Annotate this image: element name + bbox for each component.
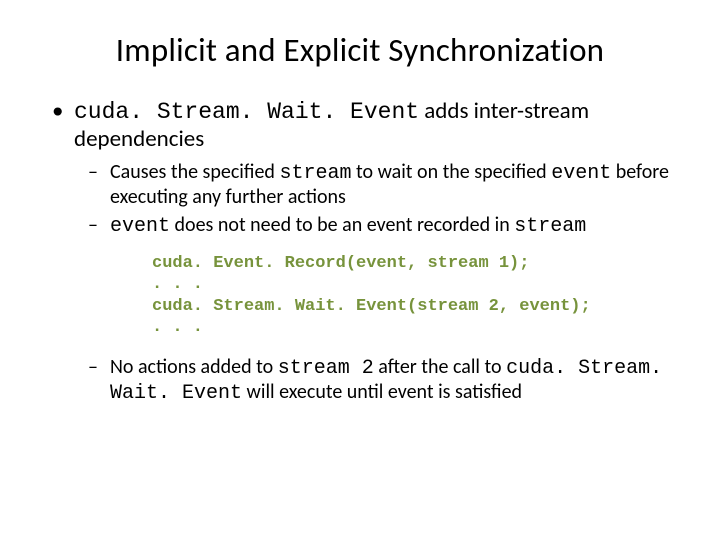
code-inline: stream — [279, 162, 351, 185]
code-inline: stream — [514, 215, 586, 238]
text: does not need to be an event recorded in — [170, 213, 514, 237]
code-inline: event — [110, 215, 170, 238]
sub-item-1: Causes the specified stream to wait on t… — [86, 161, 672, 209]
text: Causes the specified — [110, 160, 279, 184]
code-inline: stream 2 — [278, 357, 374, 380]
sub-list: Causes the specified stream to wait on t… — [86, 161, 672, 239]
slide-title: Implicit and Explicit Synchronization — [48, 30, 672, 70]
slide: Implicit and Explicit Synchronization cu… — [0, 0, 720, 540]
code-inline: cuda. Stream. Wait. Event — [74, 99, 419, 125]
code-inline: event — [551, 162, 611, 185]
sub-item-3: No actions added to stream 2 after the c… — [86, 356, 672, 405]
text: No actions added to — [110, 355, 278, 379]
bullet-list: cuda. Stream. Wait. Event adds inter-str… — [48, 98, 672, 405]
sub-list-2: No actions added to stream 2 after the c… — [86, 356, 672, 405]
text: after the call to — [374, 355, 506, 379]
text: to wait on the specified — [351, 160, 551, 184]
text: will execute until event is satisfied — [242, 380, 522, 404]
bullet-item-1: cuda. Stream. Wait. Event adds inter-str… — [48, 98, 672, 405]
sub-item-2: event does not need to be an event recor… — [86, 214, 672, 239]
code-block: cuda. Event. Record(event, stream 1); . … — [152, 253, 672, 338]
